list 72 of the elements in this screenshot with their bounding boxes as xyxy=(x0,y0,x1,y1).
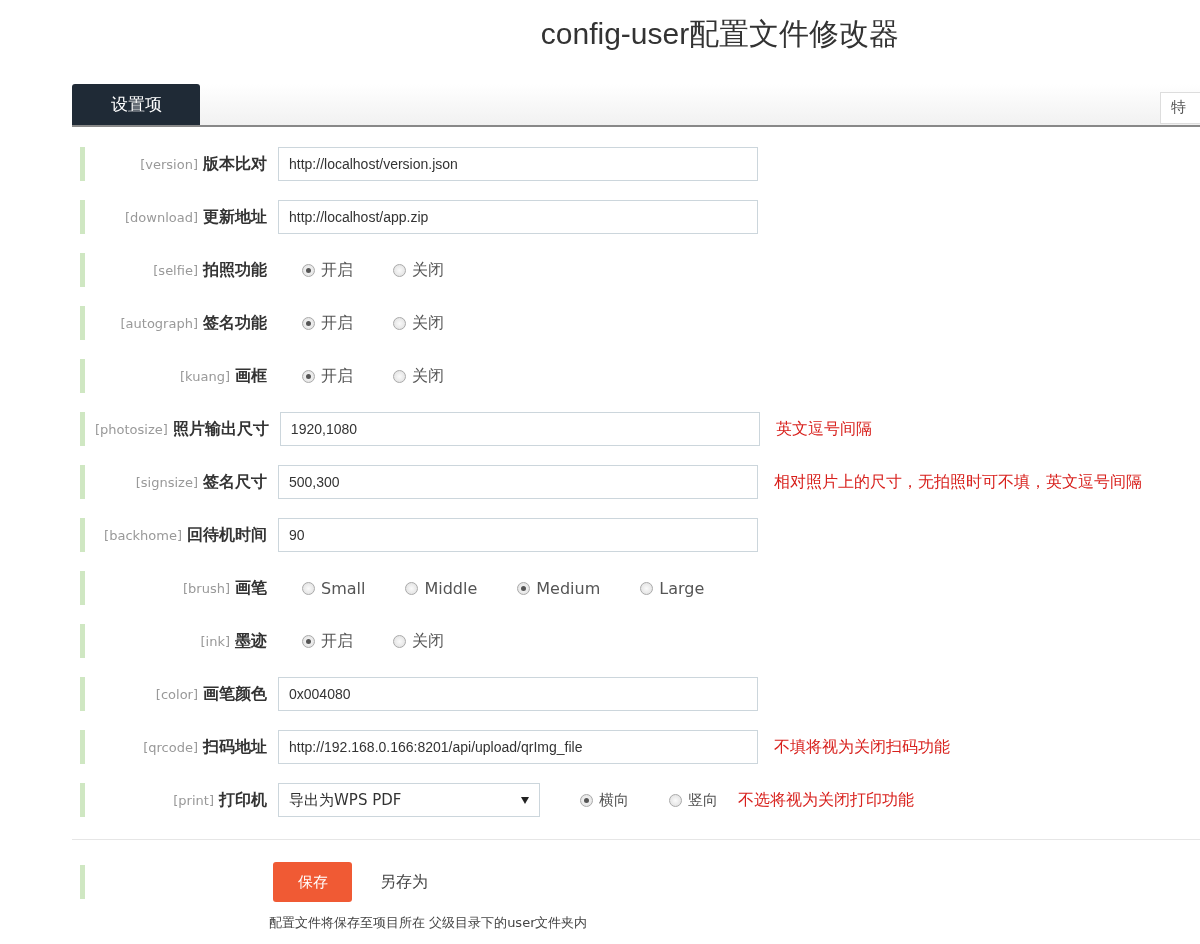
save-as-link[interactable]: 另存为 xyxy=(380,871,428,893)
radio-icon[interactable] xyxy=(640,581,654,595)
setting-label: 签名尺寸 xyxy=(203,471,267,493)
radio-option[interactable]: 开启 xyxy=(302,312,353,334)
setting-key: [qrcode] xyxy=(143,739,198,755)
setting-label: 墨迹 xyxy=(235,630,267,652)
radio-option[interactable]: 开启 xyxy=(302,630,353,652)
text-field[interactable]: http://localhost/version.json xyxy=(278,147,758,181)
radio-icon[interactable] xyxy=(302,634,315,648)
setting-key: [kuang] xyxy=(180,368,230,384)
setting-label: 画笔 xyxy=(235,577,267,599)
radio-option[interactable]: Large xyxy=(640,578,705,598)
radio-option[interactable]: 关闭 xyxy=(393,312,444,334)
radio-icon[interactable] xyxy=(517,581,531,595)
settings-tab[interactable]: 设置项 xyxy=(72,84,200,125)
radio-icon[interactable] xyxy=(393,316,406,330)
setting-key: [print] xyxy=(173,792,214,808)
setting-label: 扫码地址 xyxy=(203,736,267,758)
radio-option[interactable]: 关闭 xyxy=(393,630,444,652)
setting-key: [signsize] xyxy=(135,474,198,490)
radio-icon[interactable] xyxy=(393,263,406,277)
caret-icon xyxy=(521,796,529,804)
setting-key: [ink] xyxy=(200,633,230,649)
setting-label: 版本比对 xyxy=(203,153,267,175)
radio-option[interactable]: Middle xyxy=(405,578,478,598)
radio-icon[interactable] xyxy=(580,793,593,807)
text-field[interactable]: 500,300 xyxy=(278,465,758,499)
setting-label: 画笔颜色 xyxy=(203,683,267,705)
text-field[interactable]: http://localhost/app.zip xyxy=(278,200,758,234)
radio-option[interactable]: 横向 xyxy=(580,790,629,810)
radio-icon[interactable] xyxy=(302,316,315,330)
radio-option[interactable]: Medium xyxy=(517,578,601,598)
radio-option[interactable]: 开启 xyxy=(302,365,353,387)
radio-option[interactable]: 关闭 xyxy=(393,259,444,281)
hint-text: 不选将视为关闭打印功能 xyxy=(738,789,914,811)
setting-key: [photosize] xyxy=(95,421,168,437)
setting-key: [autograph] xyxy=(120,315,198,331)
setting-label: 签名功能 xyxy=(203,312,267,334)
setting-label: 画框 xyxy=(235,365,267,387)
radio-icon[interactable] xyxy=(302,581,315,595)
setting-label: 回待机时间 xyxy=(187,524,267,546)
radio-option[interactable]: Small xyxy=(302,578,366,598)
setting-key: [brush] xyxy=(183,580,230,596)
radio-icon[interactable] xyxy=(405,581,419,595)
save-caption: 配置文件将保存至项目所在 父级目录下的user文件夹内 xyxy=(269,914,589,932)
hint-text: 英文逗号间隔 xyxy=(775,418,872,440)
radio-icon[interactable] xyxy=(393,634,406,648)
setting-key: [download] xyxy=(125,209,198,225)
setting-key: [backhome] xyxy=(104,527,182,543)
text-field[interactable]: http://192.168.0.166:8201/api/upload/qrImg_file xyxy=(278,730,758,764)
search-field[interactable]: 特 xyxy=(1160,91,1200,124)
radio-icon[interactable] xyxy=(302,369,315,383)
setting-label: 更新地址 xyxy=(203,206,267,228)
text-field[interactable]: 1920,1080 xyxy=(279,412,760,446)
radio-option[interactable]: 竖向 xyxy=(669,790,718,810)
text-field[interactable]: 0x004080 xyxy=(278,677,758,711)
setting-key: [color] xyxy=(155,686,198,702)
printer-dropdown[interactable]: 导出为WPS PDF xyxy=(278,783,540,817)
setting-key: [version] xyxy=(140,156,198,172)
setting-label: 拍照功能 xyxy=(203,259,267,281)
setting-label: 打印机 xyxy=(219,789,267,811)
text-field[interactable]: 90 xyxy=(278,518,758,552)
setting-label: 照片输出尺寸 xyxy=(172,418,269,440)
radio-option[interactable]: 关闭 xyxy=(393,365,444,387)
setting-key: [selfie] xyxy=(153,262,198,278)
radio-icon[interactable] xyxy=(302,263,315,277)
page-title: config-user配置文件修改器 xyxy=(539,15,901,52)
hint-text: 相对照片上的尺寸，无拍照时可不填，英文逗号间隔 xyxy=(774,471,1142,493)
radio-option[interactable]: 开启 xyxy=(302,259,353,281)
radio-icon[interactable] xyxy=(669,793,682,807)
radio-icon[interactable] xyxy=(393,369,406,383)
hint-text: 不填将视为关闭扫码功能 xyxy=(774,736,950,758)
